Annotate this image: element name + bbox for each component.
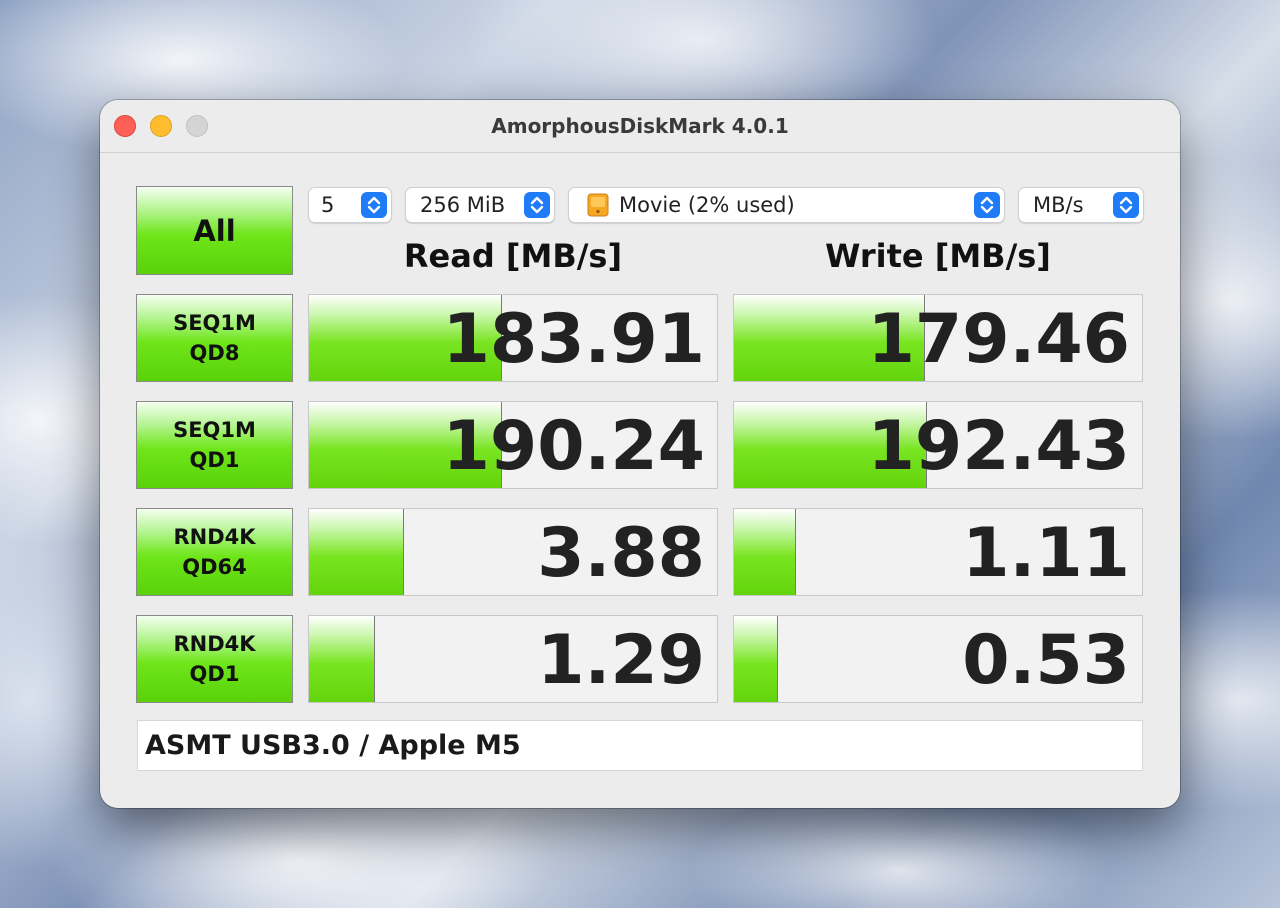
- write-progress-bar: [734, 616, 778, 702]
- test-name: SEQ1M: [173, 311, 256, 335]
- zoom-button[interactable]: [186, 115, 208, 137]
- test-count-value: 5: [321, 193, 335, 217]
- write-value: 192.43: [867, 407, 1130, 486]
- read-result-seq1m-qd1: 190.24: [308, 401, 718, 489]
- read-header: Read [MB/s]: [403, 237, 623, 275]
- read-value: 183.91: [442, 300, 705, 379]
- read-value: 1.29: [537, 621, 705, 700]
- chevron-updown-icon: [1113, 192, 1139, 218]
- read-result-seq1m-qd8: 183.91: [308, 294, 718, 382]
- write-result-rnd4k-qd1: 0.53: [733, 615, 1143, 703]
- chevron-updown-icon: [524, 192, 550, 218]
- write-result-rnd4k-qd64: 1.11: [733, 508, 1143, 596]
- read-value: 190.24: [442, 407, 705, 486]
- test-queue-depth: QD1: [189, 448, 240, 472]
- write-result-seq1m-qd1: 192.43: [733, 401, 1143, 489]
- chevron-updown-icon: [361, 192, 387, 218]
- test-button-rnd4k-qd1[interactable]: RND4K QD1: [136, 615, 293, 703]
- close-button[interactable]: [114, 115, 136, 137]
- test-name: RND4K: [173, 632, 256, 656]
- write-header: Write [MB/s]: [825, 237, 1051, 275]
- write-progress-bar: [734, 509, 797, 595]
- test-queue-depth: QD8: [189, 341, 240, 365]
- write-value: 179.46: [867, 300, 1130, 379]
- title-bar: AmorphousDiskMark 4.0.1: [100, 100, 1180, 153]
- write-result-seq1m-qd8: 179.46: [733, 294, 1143, 382]
- write-value: 1.11: [962, 514, 1130, 593]
- unit-value: MB/s: [1033, 193, 1084, 217]
- test-size-select[interactable]: 256 MiB: [405, 187, 555, 223]
- target-drive-value: Movie (2% used): [619, 193, 795, 217]
- test-name: SEQ1M: [173, 418, 256, 442]
- minimize-button[interactable]: [150, 115, 172, 137]
- window-title: AmorphousDiskMark 4.0.1: [491, 114, 789, 138]
- read-result-rnd4k-qd64: 3.88: [308, 508, 718, 596]
- device-info-field[interactable]: ASMT USB3.0 / Apple M5: [137, 720, 1143, 771]
- read-progress-bar: [309, 509, 404, 595]
- read-value: 3.88: [537, 514, 705, 593]
- chevron-updown-icon: [974, 192, 1000, 218]
- run-all-label: All: [193, 213, 236, 248]
- write-value: 0.53: [962, 621, 1130, 700]
- test-queue-depth: QD64: [182, 555, 247, 579]
- run-all-button[interactable]: All: [136, 186, 293, 275]
- test-name: RND4K: [173, 525, 256, 549]
- target-drive-select[interactable]: Movie (2% used): [568, 187, 1005, 223]
- app-window: AmorphousDiskMark 4.0.1 All 5 256 MiB Mo…: [100, 100, 1180, 808]
- test-button-rnd4k-qd64[interactable]: RND4K QD64: [136, 508, 293, 596]
- read-result-rnd4k-qd1: 1.29: [308, 615, 718, 703]
- test-button-seq1m-qd1[interactable]: SEQ1M QD1: [136, 401, 293, 489]
- test-button-seq1m-qd8[interactable]: SEQ1M QD8: [136, 294, 293, 382]
- test-size-value: 256 MiB: [420, 193, 506, 217]
- external-drive-icon: [587, 193, 609, 217]
- test-count-select[interactable]: 5: [308, 187, 392, 223]
- unit-select[interactable]: MB/s: [1018, 187, 1144, 223]
- test-queue-depth: QD1: [189, 662, 240, 686]
- read-progress-bar: [309, 616, 376, 702]
